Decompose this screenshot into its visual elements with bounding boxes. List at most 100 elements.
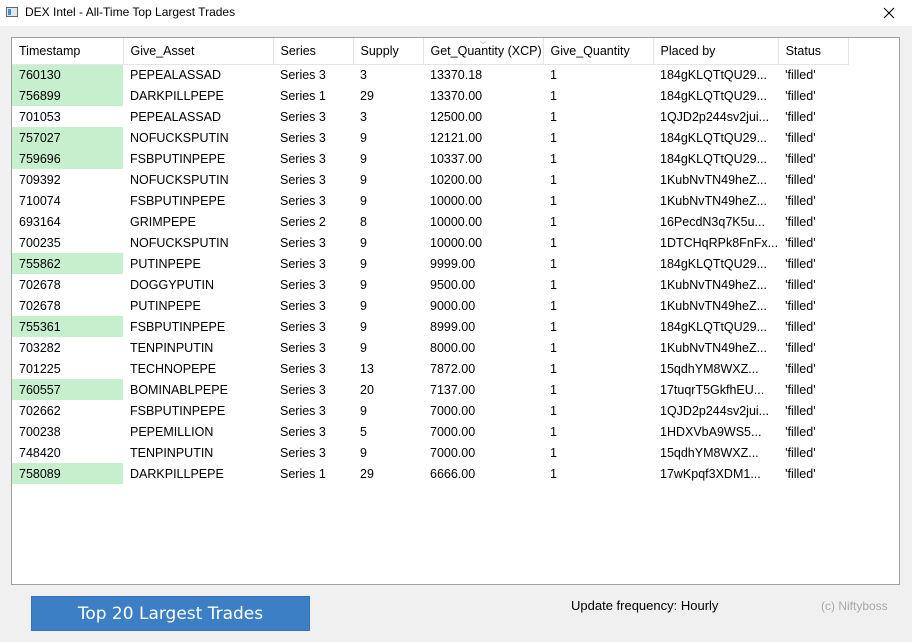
- table-cell: 9: [360, 256, 367, 271]
- table-cell: FSBPUTINPEPE: [130, 151, 226, 166]
- table-cell: Series 3: [280, 340, 326, 355]
- table-row[interactable]: 760130 PEPEALASSAD Series 3 3 13370.18 1 184gK…: [12, 64, 848, 85]
- window-title: DEX Intel - All-Time Top Largest Trades: [25, 5, 236, 19]
- table-cell: 15qdhYM8WXZ...: [660, 361, 759, 376]
- table-cell: 3: [360, 67, 367, 82]
- table-row[interactable]: 758089 DARKPILLPEPE Series 1 29 6666.00 1 17wK…: [12, 463, 848, 484]
- table-cell: 8000.00: [430, 340, 476, 355]
- column-header-label: Timestamp: [19, 43, 81, 58]
- trades-table[interactable]: Timestamp Give_Asset Series Supply Get_Quant…: [11, 37, 900, 585]
- table-row[interactable]: 700235 NOFUCKSPUTIN Series 3 9 10000.00 1 1DTC…: [12, 232, 848, 253]
- table-cell: 13370.00: [430, 88, 483, 103]
- table-cell: Series 3: [280, 403, 326, 418]
- table-row[interactable]: 693164 GRIMPEPE Series 2 8 10000.00 1 16PecdN3…: [12, 211, 848, 232]
- table-cell: DARKPILLPEPE: [130, 466, 224, 481]
- table-cell: 10000.00: [430, 214, 483, 229]
- table-cell: 701053: [19, 109, 61, 124]
- table-cell: 9: [360, 130, 367, 145]
- table-row[interactable]: 702662 FSBPUTINPEPE Series 3 9 7000.00 1 1QJD2…: [12, 400, 848, 421]
- table-cell: 'filled': [785, 172, 816, 187]
- column-header-label: Give_Asset: [130, 43, 195, 58]
- column-header[interactable]: Timestamp: [12, 38, 124, 65]
- column-header-label: Supply: [360, 43, 399, 58]
- table-cell: Series 2: [280, 214, 326, 229]
- table-cell: 1QJD2p244sv2jui...: [660, 109, 770, 124]
- table-cell: 13370.18: [430, 67, 483, 82]
- table-cell: 1: [550, 277, 557, 292]
- table-row[interactable]: 709392 NOFUCKSPUTIN Series 3 9 10200.00 1 1Kub…: [12, 169, 848, 190]
- table-cell: PUTINPEPE: [130, 298, 201, 313]
- table-cell: 1: [550, 214, 557, 229]
- table-cell: 7000.00: [430, 445, 476, 460]
- table-cell: 9: [360, 235, 367, 250]
- table-row[interactable]: 703282 TENPINPUTIN Series 3 9 8000.00 1 1KubNv…: [12, 337, 848, 358]
- update-frequency-label: Update frequency: Hourly: [571, 598, 719, 613]
- table-cell: 1DTCHqRPk8FnFx...: [660, 235, 779, 250]
- table-row[interactable]: 748420 TENPINPUTIN Series 3 9 7000.00 1 15qdhY…: [12, 442, 848, 463]
- column-header[interactable]: Give_Quantity: [543, 38, 654, 65]
- table-cell: 1: [550, 235, 557, 250]
- table-cell: 703282: [19, 340, 61, 355]
- table-cell: Series 3: [280, 172, 326, 187]
- table-row[interactable]: 701225 TECHNOPEPE Series 3 13 7872.00 1 15qdhY…: [12, 358, 848, 379]
- table-row[interactable]: 701053 PEPEALASSAD Series 3 3 12500.00 1 1QJD2…: [12, 106, 848, 127]
- column-header[interactable]: Series: [273, 38, 354, 65]
- table-cell: 'filled': [785, 88, 816, 103]
- table-row[interactable]: 702678 DOGGYPUTIN Series 3 9 9500.00 1 1KubNvT…: [12, 274, 848, 295]
- table-cell: 7000.00: [430, 403, 476, 418]
- table-cell: Series 1: [280, 466, 326, 481]
- table-cell: 756899: [12, 85, 123, 106]
- table-cell: PEPEMILLION: [130, 424, 214, 439]
- table-cell: Series 3: [280, 193, 326, 208]
- column-header[interactable]: Placed by: [653, 38, 779, 65]
- column-header[interactable]: Status: [778, 38, 849, 65]
- table-cell: PEPEALASSAD: [130, 67, 222, 82]
- table-cell: PEPEALASSAD: [130, 109, 222, 124]
- table-cell: DOGGYPUTIN: [130, 277, 215, 292]
- table-cell: 'filled': [785, 361, 816, 376]
- table-header-row: Timestamp Give_Asset Series Supply Get_Quant…: [12, 38, 849, 65]
- close-button[interactable]: [866, 0, 912, 26]
- table-cell: 757027: [12, 127, 123, 148]
- table-cell: Series 3: [280, 109, 326, 124]
- table-cell: 1KubNvTN49heZ...: [660, 340, 767, 355]
- table-cell: FSBPUTINPEPE: [130, 193, 226, 208]
- column-header-label: Give_Quantity: [550, 43, 630, 58]
- table-row[interactable]: 700238 PEPEMILLION Series 3 5 7000.00 1 1HDXVb…: [12, 421, 848, 442]
- table-row[interactable]: 757027 NOFUCKSPUTIN Series 3 9 12121.00 1 184g…: [12, 127, 848, 148]
- table-cell: 8: [360, 214, 367, 229]
- table-row[interactable]: 760557 BOMINABLPEPE Series 3 20 7137.00 1 17tu…: [12, 379, 848, 400]
- title-bar: DEX Intel - All-Time Top Largest Trades: [0, 0, 912, 26]
- table-cell: 12121.00: [430, 130, 483, 145]
- table-cell: 1: [550, 298, 557, 313]
- table-cell: 1: [550, 67, 557, 82]
- table-cell: Series 3: [280, 235, 326, 250]
- table-cell: 755361: [12, 316, 123, 337]
- table-row[interactable]: 755361 FSBPUTINPEPE Series 3 9 8999.00 1 184gK…: [12, 316, 848, 337]
- column-header-label: Status: [785, 43, 822, 58]
- table-cell: 760557: [12, 379, 123, 400]
- table-cell: 1: [550, 361, 557, 376]
- table-cell: NOFUCKSPUTIN: [130, 172, 229, 187]
- table-body: 760130 PEPEALASSAD Series 3 3 13370.18 1 184gK…: [12, 64, 848, 484]
- table-cell: 9: [360, 403, 367, 418]
- column-header[interactable]: Give_Asset: [123, 38, 274, 65]
- table-cell: 184gKLQTtQU29...: [660, 88, 768, 103]
- table-cell: TENPINPUTIN: [130, 445, 214, 460]
- table-cell: 9: [360, 193, 367, 208]
- table-cell: 1KubNvTN49heZ...: [660, 172, 767, 187]
- column-header[interactable]: Get_Quantity (XCP) ⌵: [423, 38, 544, 65]
- table-cell: 9: [360, 172, 367, 187]
- close-icon: [883, 7, 895, 19]
- table-cell: DARKPILLPEPE: [130, 88, 224, 103]
- table-row[interactable]: 702678 PUTINPEPE Series 3 9 9000.00 1 1KubNvTN…: [12, 295, 848, 316]
- table-cell: 700238: [19, 424, 61, 439]
- table-cell: 9999.00: [430, 256, 476, 271]
- table-row[interactable]: 755862 PUTINPEPE Series 3 9 9999.00 1 184gKLQT…: [12, 253, 848, 274]
- table-row[interactable]: 756899 DARKPILLPEPE Series 1 29 13370.00 1 184…: [12, 85, 848, 106]
- table-row[interactable]: 710074 FSBPUTINPEPE Series 3 9 10000.00 1 1Kub…: [12, 190, 848, 211]
- top-20-largest-trades-button[interactable]: Top 20 Largest Trades: [31, 596, 310, 631]
- column-header[interactable]: Supply: [353, 38, 424, 65]
- table-row[interactable]: 759696 FSBPUTINPEPE Series 3 9 10337.00 1 184g…: [12, 148, 848, 169]
- table-cell: 29: [360, 466, 374, 481]
